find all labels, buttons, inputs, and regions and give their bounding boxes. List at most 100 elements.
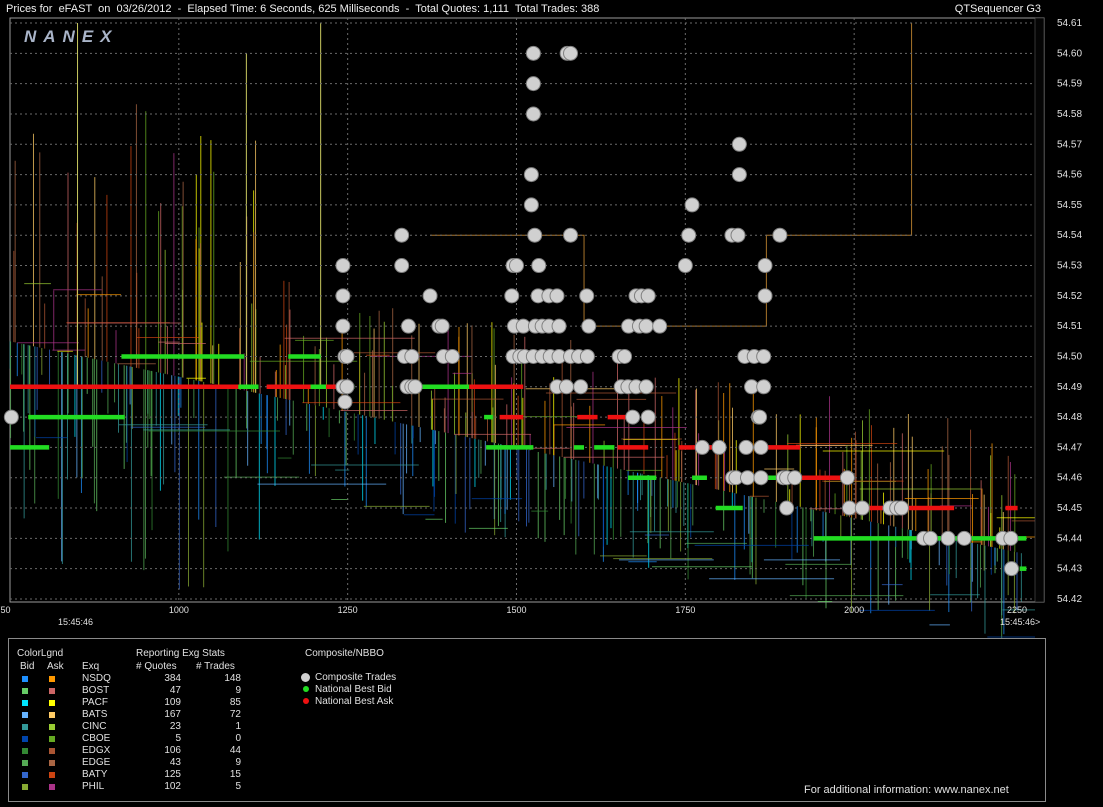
trade-point (756, 379, 772, 395)
trade-count: 148 (224, 673, 241, 684)
trade-point (731, 167, 747, 183)
trade-point (854, 500, 870, 516)
quote-count: 47 (169, 685, 181, 696)
trade-point (1004, 561, 1020, 577)
trade-count: 44 (229, 745, 241, 756)
y-tick-label: 54.55 (1057, 200, 1082, 211)
y-tick-label: 54.57 (1057, 139, 1082, 150)
trade-point (638, 379, 654, 395)
bid-color-swatch (22, 676, 28, 682)
ask-color-swatch (49, 772, 55, 778)
trade-point (581, 318, 597, 334)
trade-point (444, 348, 460, 364)
exchange-name: CINC (82, 721, 107, 732)
y-tick-label: 54.60 (1057, 48, 1082, 59)
trade-count: 1 (235, 721, 241, 732)
bid-color-swatch (22, 784, 28, 790)
trade-point (525, 106, 541, 122)
ask-color-swatch (49, 688, 55, 694)
trade-point (563, 227, 579, 243)
y-tick-label: 54.61 (1057, 18, 1082, 29)
footer-link[interactable]: For additional information: www.nanex.ne… (804, 784, 1009, 796)
y-tick-label: 54.51 (1057, 321, 1082, 332)
ask-color-swatch (49, 736, 55, 742)
ask-color-swatch (49, 712, 55, 718)
trade-point (694, 439, 710, 455)
quote-count: 125 (164, 769, 181, 780)
ask-color-swatch (49, 748, 55, 754)
ask-color-swatch (49, 700, 55, 706)
trade-point (509, 258, 524, 274)
y-tick-label: 54.52 (1057, 291, 1082, 302)
bid-color-swatch (22, 772, 28, 778)
trade-point (400, 318, 416, 334)
exchange-name: PACF (82, 697, 108, 708)
quote-count: 109 (164, 697, 181, 708)
trade-point (394, 258, 410, 274)
composite-header: Composite/NBBO (305, 648, 384, 659)
trade-point (394, 227, 410, 243)
exchange-row: PACF 109 85 (9, 697, 259, 709)
trade-point (787, 470, 803, 486)
exq-col-header: Exq (82, 661, 100, 672)
y-tick-label: 54.46 (1057, 473, 1082, 484)
y-tick-label: 54.48 (1057, 412, 1082, 423)
nanex-logo: NANEX (24, 27, 119, 46)
trade-point (579, 288, 595, 304)
trade-point (772, 227, 788, 243)
exchange-row: BATY 125 15 (9, 769, 259, 781)
quote-count: 106 (164, 745, 181, 756)
trade-point (711, 439, 727, 455)
trade-point (757, 288, 773, 304)
exchange-row: BATS 167 72 (9, 709, 259, 721)
x-tick-label: 2000 (844, 605, 864, 615)
trade-point (335, 258, 351, 274)
trade-point (3, 409, 19, 425)
trade-point (558, 379, 574, 395)
y-tick-label: 54.56 (1057, 170, 1082, 181)
trade-point (640, 288, 656, 304)
trade-point (839, 470, 855, 486)
exchange-row: BOST 47 9 (9, 685, 259, 697)
best-ask-label: National Best Ask (315, 696, 394, 707)
quote-count: 43 (169, 757, 181, 768)
trade-count: 15 (229, 769, 241, 780)
bid-col-header: Bid (20, 661, 35, 672)
right-scroll-edge[interactable] (1034, 17, 1045, 603)
x-tick-label: 1000 (169, 605, 189, 615)
trade-point (738, 439, 754, 455)
trade-point (527, 227, 543, 243)
y-tick-label: 54.47 (1057, 442, 1082, 453)
trade-point (752, 409, 768, 425)
y-tick-label: 54.49 (1057, 382, 1082, 393)
trade-point (407, 379, 423, 395)
exchange-row: CINC 23 1 (9, 721, 259, 733)
trade-point (1003, 530, 1019, 546)
exchange-row: EDGX 106 44 (9, 745, 259, 757)
legend-panel: ColorLgnd Bid Ask Exq Reporting Exg Stat… (8, 638, 1046, 802)
x-tick-label: 2250 (1007, 605, 1027, 615)
trade-point (753, 439, 769, 455)
y-tick-label: 54.43 (1057, 564, 1082, 575)
best-bid-swatch (303, 686, 309, 692)
trade-count: 85 (229, 697, 241, 708)
trade-point (756, 348, 772, 364)
trade-point (739, 470, 755, 486)
exchange-name: BOST (82, 685, 110, 696)
ask-color-swatch (49, 784, 55, 790)
trade-point (523, 197, 539, 213)
exchange-row: NSDQ 384 148 (9, 673, 259, 685)
trade-count: 5 (235, 781, 241, 792)
exchange-name: BATS (82, 709, 108, 720)
trade-point (404, 348, 420, 364)
y-tick-label: 54.44 (1057, 533, 1082, 544)
trade-point (337, 394, 353, 410)
trade-point (684, 197, 700, 213)
trade-point (523, 167, 539, 183)
trade-count: 9 (235, 757, 241, 768)
quote-count: 384 (164, 673, 181, 684)
x-tick-label: 1250 (338, 605, 358, 615)
trade-point (625, 409, 641, 425)
x-tick-label: 1500 (506, 605, 526, 615)
trade-point (551, 318, 567, 334)
